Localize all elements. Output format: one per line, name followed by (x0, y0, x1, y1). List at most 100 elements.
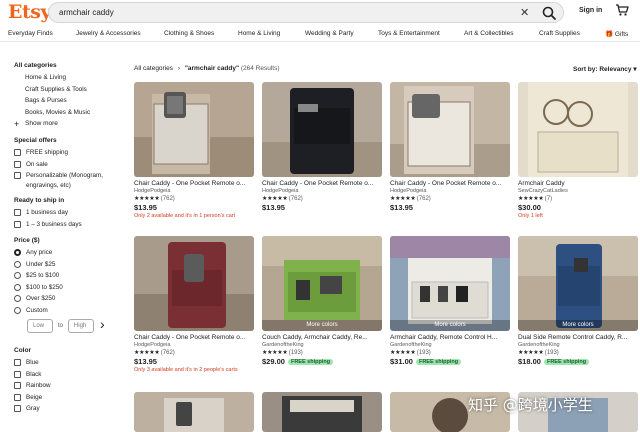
price-custom[interactable]: Custom (14, 305, 124, 317)
shop-name[interactable]: HodgePodgeia (390, 188, 510, 194)
nav-jewelry[interactable]: Jewelry & Accessories (76, 30, 141, 37)
radio[interactable] (14, 272, 21, 279)
listing-image[interactable] (390, 82, 510, 177)
price-low-input[interactable]: Low (27, 319, 53, 333)
checkbox[interactable] (14, 370, 21, 378)
show-more-button[interactable]: + Show more (14, 118, 124, 130)
more-colors-overlay[interactable]: More colors (518, 320, 638, 331)
radio[interactable] (14, 306, 21, 314)
nav-wedding[interactable]: Wedding & Party (305, 30, 354, 37)
checkbox[interactable] (14, 220, 21, 228)
listing-title[interactable]: Couch Caddy, Armchair Caddy, Re... (262, 334, 382, 341)
category-home-living[interactable]: Home & Living (25, 72, 124, 84)
listing-title[interactable]: Chair Caddy - One Pocket Remote o... (134, 180, 254, 187)
shop-name[interactable]: SewCrazyCatLadies (518, 188, 638, 194)
radio[interactable] (14, 283, 21, 291)
filter-on-sale[interactable]: On sale (14, 159, 124, 171)
listing-card[interactable]: More colors Armchair Caddy, Remote Contr… (390, 236, 510, 366)
radio-selected[interactable] (14, 249, 21, 256)
radio[interactable] (14, 295, 21, 302)
sort-dropdown[interactable]: Sort by: Relevancy ▾ (573, 65, 637, 73)
listing-price: $18.00 FREE shipping (518, 357, 638, 366)
color-black[interactable]: Black (14, 369, 124, 381)
price-go-icon[interactable]: › (100, 316, 105, 332)
listing-title[interactable]: Armchair Caddy, Remote Control H... (390, 334, 510, 341)
listing-card[interactable]: Chair Caddy - One Pocket Remote o... Hod… (134, 82, 254, 219)
listing-card[interactable]: Chair Caddy - One Pocket Remote o... Hod… (390, 82, 510, 212)
listing-image[interactable] (518, 82, 638, 177)
crumb-all-categories[interactable]: All categories (134, 65, 173, 72)
shop-name[interactable]: GardenoftheKing (518, 342, 638, 348)
review-count: (193) (544, 350, 559, 356)
listing-image[interactable]: More colors (390, 236, 510, 331)
color-beige[interactable]: Beige (14, 392, 124, 404)
shop-name[interactable]: HodgePodgeia (134, 188, 254, 194)
price-under-25[interactable]: Under $25 (14, 259, 124, 271)
nav-toys[interactable]: Toys & Entertainment (378, 30, 440, 37)
listing-card[interactable]: Chair Caddy - One Pocket Remote o... Hod… (262, 82, 382, 212)
more-colors-overlay[interactable]: More colors (390, 320, 510, 331)
nav-art[interactable]: Art & Collectibles (464, 30, 514, 37)
listing-image[interactable] (134, 82, 254, 177)
shop-name[interactable]: GardenoftheKing (262, 342, 382, 348)
listing-image[interactable] (134, 236, 254, 331)
nav-everyday-finds[interactable]: Everyday Finds (8, 30, 53, 37)
radio[interactable] (14, 260, 21, 268)
category-bags[interactable]: Bags & Purses (25, 95, 124, 107)
listing-image[interactable] (262, 392, 382, 432)
listing-image[interactable] (134, 392, 254, 432)
nav-craft[interactable]: Craft Supplies (539, 30, 580, 37)
filter-free-shipping[interactable]: FREE shipping (14, 147, 124, 159)
etsy-logo[interactable]: Etsy (8, 1, 52, 23)
listing-title[interactable]: Chair Caddy - One Pocket Remote o... (134, 334, 254, 341)
listing-card[interactable] (262, 392, 382, 432)
search-bar[interactable]: armchair caddy ✕ (48, 2, 564, 23)
star-icons: ★★★★★ (518, 350, 544, 356)
listing-image[interactable] (262, 82, 382, 177)
listing-title[interactable]: Dual Side Remote Control Caddy, R... (518, 334, 638, 341)
nav-clothing[interactable]: Clothing & Shoes (164, 30, 214, 37)
checkbox[interactable] (14, 149, 21, 156)
filter-1-3-days[interactable]: 1 – 3 business days (14, 219, 124, 231)
listing-card[interactable]: More colors Dual Side Remote Control Cad… (518, 236, 638, 366)
shop-name[interactable]: HodgePodgeia (262, 188, 382, 194)
listing-image[interactable]: More colors (518, 236, 638, 331)
categories-heading[interactable]: All categories (14, 62, 124, 69)
listing-card[interactable] (134, 392, 254, 432)
clear-icon[interactable]: ✕ (520, 6, 529, 19)
nav-gifts[interactable]: 🎁 Gifts (605, 30, 628, 38)
listing-card[interactable]: More colors Couch Caddy, Armchair Caddy,… (262, 236, 382, 366)
listing-title[interactable]: Armchair Caddy (518, 180, 638, 187)
search-icon[interactable] (541, 5, 557, 21)
signin-link[interactable]: Sign in (579, 7, 602, 14)
nav-home-living[interactable]: Home & Living (238, 30, 280, 37)
checkbox[interactable] (14, 382, 21, 389)
listing-title[interactable]: Chair Caddy - One Pocket Remote o... (390, 180, 510, 187)
checkbox[interactable] (14, 160, 21, 168)
cart-icon[interactable] (615, 3, 629, 17)
price-100-250[interactable]: $100 to $250 (14, 282, 124, 294)
checkbox[interactable] (14, 359, 21, 366)
listing-image[interactable]: More colors (262, 236, 382, 331)
price-over-250[interactable]: Over $250 (14, 293, 124, 305)
search-input[interactable]: armchair caddy (59, 8, 114, 17)
checkbox[interactable] (14, 209, 21, 216)
checkbox[interactable] (14, 393, 21, 401)
color-gray[interactable]: Gray (14, 403, 124, 415)
category-books[interactable]: Books, Movies & Music (25, 107, 124, 119)
price-high-input[interactable]: High (67, 319, 94, 333)
listing-title[interactable]: Chair Caddy - One Pocket Remote o... (262, 180, 382, 187)
shop-name[interactable]: GardenoftheKing (390, 342, 510, 348)
category-craft[interactable]: Craft Supplies & Tools (25, 84, 124, 96)
listing-card[interactable]: Armchair Caddy SewCrazyCatLadies ★★★★★ (… (518, 82, 638, 219)
color-rainbow[interactable]: Rainbow (14, 380, 124, 392)
price-25-100[interactable]: $25 to $100 (14, 270, 124, 282)
more-colors-overlay[interactable]: More colors (262, 320, 382, 331)
price-any[interactable]: Any price (14, 247, 124, 259)
checkbox[interactable] (14, 172, 21, 179)
checkbox[interactable] (14, 405, 21, 412)
color-blue[interactable]: Blue (14, 357, 124, 369)
filter-1-day[interactable]: 1 business day (14, 207, 124, 219)
shop-name[interactable]: HodgePodgeia (134, 342, 254, 348)
listing-card[interactable]: Chair Caddy - One Pocket Remote o... Hod… (134, 236, 254, 373)
